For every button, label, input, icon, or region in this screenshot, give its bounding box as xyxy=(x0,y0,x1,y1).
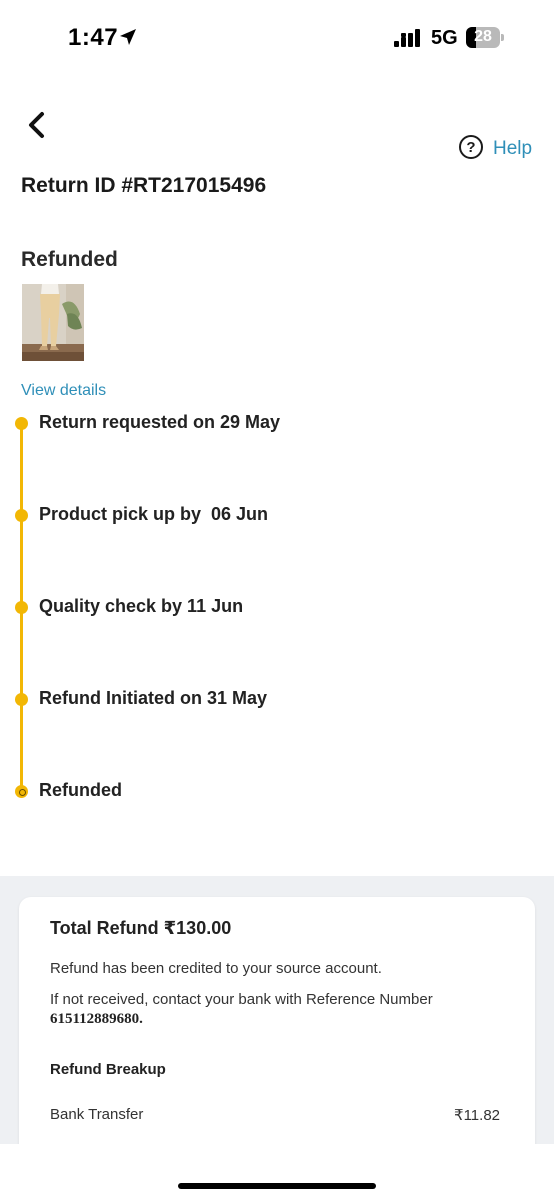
refund-message: Refund has been credited to your source … xyxy=(50,960,382,977)
battery-icon: 28 xyxy=(466,27,504,48)
timeline-dot xyxy=(15,417,28,430)
timeline-step-label: Return requested on 29 May xyxy=(39,412,281,432)
refund-reference-prompt: If not received, contact your bank with … xyxy=(50,991,433,1008)
refund-total: Total Refund ₹130.00 xyxy=(50,918,232,938)
return-id: Return ID #RT217015496 xyxy=(21,174,267,197)
refund-reference-number: 615112889680. xyxy=(50,1011,143,1027)
timeline-step-return-requested: Return requested on 29 May xyxy=(0,409,554,439)
breakup-row-value: ₹11.82 xyxy=(454,1107,500,1124)
timeline-dot xyxy=(15,693,28,706)
timeline-dot xyxy=(15,601,28,614)
view-details-link[interactable]: View details xyxy=(21,382,106,400)
return-status-title: Refunded xyxy=(21,248,118,271)
timeline-step-label: Refund Initiated on 31 May xyxy=(39,688,268,708)
network-type: 5G xyxy=(431,27,458,49)
timeline-step-refunded: Refunded xyxy=(0,777,554,807)
timeline-current-dot-icon xyxy=(15,785,28,798)
refund-breakup-title: Refund Breakup xyxy=(50,1061,166,1078)
timeline-step-label: Quality check by 11 Jun xyxy=(39,596,244,616)
back-button[interactable] xyxy=(22,108,54,142)
refund-section: Total Refund ₹130.00 Refund has been cre… xyxy=(0,876,554,1157)
breakup-row-label: Bank Transfer xyxy=(50,1106,144,1123)
product-image xyxy=(22,284,84,361)
refund-card: Total Refund ₹130.00 Refund has been cre… xyxy=(19,897,535,1157)
signal-icon xyxy=(394,29,420,47)
timeline-step-refund-initiated: Refund Initiated on 31 May xyxy=(0,685,554,715)
timeline-step-label: Product pick up by 06 Jun xyxy=(39,504,269,524)
timeline-step-label: Refunded xyxy=(39,780,122,800)
help-circle-icon: ? xyxy=(459,135,483,159)
help-label: Help xyxy=(493,138,533,159)
timeline-dot xyxy=(15,509,28,522)
return-timeline: Return requested on 29 May Product pick … xyxy=(0,400,554,820)
timeline-step-quality-check: Quality check by 11 Jun xyxy=(0,593,554,623)
timeline-step-pickup: Product pick up by 06 Jun xyxy=(0,501,554,531)
home-indicator[interactable] xyxy=(178,1183,376,1189)
status-time: 1:47 xyxy=(68,24,119,51)
product-thumbnail[interactable] xyxy=(22,284,84,361)
help-button[interactable]: ? Help xyxy=(459,132,532,162)
location-arrow-icon xyxy=(120,29,136,45)
battery-level: 28 xyxy=(474,28,492,45)
status-bar: 1:47 5G 28 xyxy=(0,0,554,76)
home-bar xyxy=(0,1144,554,1200)
